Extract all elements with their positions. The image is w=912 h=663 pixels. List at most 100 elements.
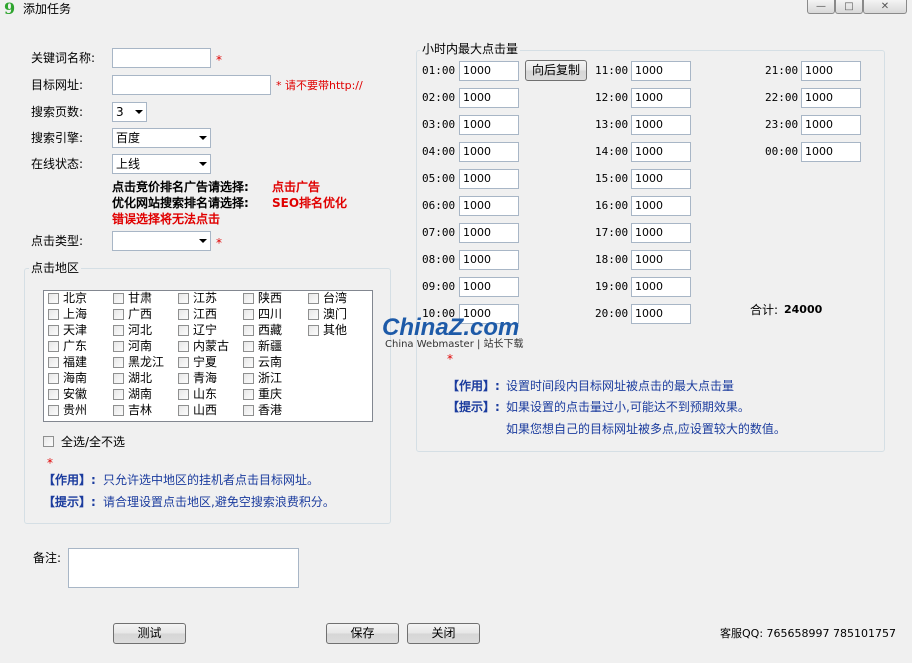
region-checkbox[interactable] — [113, 389, 124, 400]
region-checkbox[interactable] — [113, 405, 124, 416]
hour-max-clicks-input[interactable]: 1000 — [631, 61, 691, 81]
save-button[interactable]: 保存 — [326, 623, 399, 644]
hour-max-clicks-input[interactable]: 1000 — [459, 250, 519, 270]
hour-max-clicks-input[interactable]: 1000 — [631, 88, 691, 108]
close-button[interactable]: 关闭 — [407, 623, 480, 644]
hour-max-clicks-input[interactable]: 1000 — [459, 169, 519, 189]
region-checkbox[interactable] — [178, 293, 189, 304]
hour-label: 12:00 — [595, 91, 629, 104]
region-label: 台湾 — [323, 291, 348, 305]
region-checkbox[interactable] — [113, 293, 124, 304]
pages-select[interactable]: 3 — [112, 102, 147, 122]
region-label: 宁夏 — [193, 355, 218, 369]
region-checkbox[interactable] — [178, 373, 189, 384]
region-checkbox[interactable] — [178, 389, 189, 400]
region-label: 西藏 — [258, 323, 283, 337]
test-button[interactable]: 测试 — [113, 623, 186, 644]
total-label: 合计: — [750, 303, 779, 317]
copy-forward-button[interactable]: 向后复制 — [525, 60, 587, 81]
keyword-input[interactable] — [112, 48, 211, 68]
remark-textarea[interactable] — [68, 548, 299, 588]
engine-select[interactable]: 百度 — [112, 128, 211, 148]
click-type-select[interactable] — [112, 231, 211, 251]
region-label: 江西 — [193, 307, 218, 321]
hour-label: 15:00 — [595, 172, 629, 185]
region-checkbox[interactable] — [48, 309, 59, 320]
chevron-down-icon — [199, 136, 207, 140]
hour-max-clicks-input[interactable]: 1000 — [801, 88, 861, 108]
hour-max-clicks-input[interactable]: 1000 — [631, 142, 691, 162]
region-checkbox[interactable] — [243, 389, 254, 400]
keyword-label: 关键词名称: — [31, 51, 96, 65]
engine-select-value: 百度 — [116, 131, 141, 145]
region-checkbox[interactable] — [48, 405, 59, 416]
hourly-tip-text-2: 如果您想自己的目标网址被多点,应设置较大的数值。 — [506, 422, 786, 436]
hour-max-clicks-input[interactable]: 1000 — [459, 196, 519, 216]
region-checkbox[interactable] — [178, 325, 189, 336]
hour-max-clicks-input[interactable]: 1000 — [631, 223, 691, 243]
hour-label: 17:00 — [595, 226, 629, 239]
hour-max-clicks-input[interactable]: 1000 — [459, 115, 519, 135]
select-all-checkbox[interactable] — [43, 436, 54, 447]
hour-max-clicks-input[interactable]: 1000 — [801, 115, 861, 135]
close-window-button[interactable]: ✕ — [863, 0, 907, 14]
select-all-label: 全选/全不选 — [61, 435, 126, 449]
region-checkbox[interactable] — [113, 325, 124, 336]
region-checkbox[interactable] — [48, 373, 59, 384]
hour-label: 13:00 — [595, 118, 629, 131]
hour-label: 14:00 — [595, 145, 629, 158]
hour-max-clicks-input[interactable]: 1000 — [459, 223, 519, 243]
region-checkbox[interactable] — [243, 293, 254, 304]
region-checkbox[interactable] — [243, 341, 254, 352]
region-checkbox[interactable] — [308, 309, 319, 320]
region-checkbox[interactable] — [48, 325, 59, 336]
region-checkbox[interactable] — [178, 405, 189, 416]
hourly-tip-text-1: 如果设置的点击量过小,可能达不到预期效果。 — [506, 400, 750, 414]
region-checkbox[interactable] — [243, 325, 254, 336]
region-checkbox[interactable] — [113, 373, 124, 384]
region-checkbox[interactable] — [48, 293, 59, 304]
region-checkbox[interactable] — [178, 357, 189, 368]
chevron-down-icon — [199, 162, 207, 166]
hour-max-clicks-input[interactable]: 1000 — [631, 304, 691, 324]
region-label: 四川 — [258, 307, 283, 321]
hour-max-clicks-input[interactable]: 1000 — [459, 61, 519, 81]
region-checkbox[interactable] — [48, 357, 59, 368]
maximize-button[interactable]: □ — [835, 0, 863, 14]
hour-max-clicks-input[interactable]: 1000 — [631, 169, 691, 189]
hour-max-clicks-input[interactable]: 1000 — [459, 277, 519, 297]
hour-max-clicks-input[interactable]: 1000 — [631, 115, 691, 135]
region-label: 浙江 — [258, 371, 283, 385]
region-checkbox[interactable] — [308, 293, 319, 304]
region-checkbox[interactable] — [308, 325, 319, 336]
region-checkbox[interactable] — [243, 309, 254, 320]
region-label: 河南 — [128, 339, 153, 353]
region-checkbox[interactable] — [113, 341, 124, 352]
url-input[interactable] — [112, 75, 271, 95]
region-checkbox[interactable] — [178, 309, 189, 320]
watermark-logo: ChinaZ.com — [382, 314, 520, 341]
hour-max-clicks-input[interactable]: 1000 — [631, 250, 691, 270]
region-checkbox[interactable] — [243, 405, 254, 416]
hour-max-clicks-input[interactable]: 1000 — [801, 61, 861, 81]
region-checkbox[interactable] — [113, 357, 124, 368]
region-label: 贵州 — [63, 403, 88, 417]
status-select[interactable]: 上线 — [112, 154, 211, 174]
region-checkbox[interactable] — [243, 357, 254, 368]
hour-label: 16:00 — [595, 199, 629, 212]
hour-max-clicks-input[interactable]: 1000 — [459, 88, 519, 108]
engine-label: 搜索引擎: — [31, 131, 84, 145]
region-checkbox[interactable] — [178, 341, 189, 352]
region-checkbox[interactable] — [113, 309, 124, 320]
region-checkbox[interactable] — [243, 373, 254, 384]
hour-max-clicks-input[interactable]: 1000 — [631, 277, 691, 297]
hour-max-clicks-input[interactable]: 1000 — [631, 196, 691, 216]
hour-max-clicks-input[interactable]: 1000 — [459, 142, 519, 162]
hour-label: 00:00 — [765, 145, 799, 158]
hour-label: 09:00 — [422, 280, 456, 293]
minimize-button[interactable]: — — [807, 0, 835, 14]
hour-max-clicks-input[interactable]: 1000 — [801, 142, 861, 162]
region-label: 海南 — [63, 371, 88, 385]
region-checkbox[interactable] — [48, 341, 59, 352]
region-checkbox[interactable] — [48, 389, 59, 400]
